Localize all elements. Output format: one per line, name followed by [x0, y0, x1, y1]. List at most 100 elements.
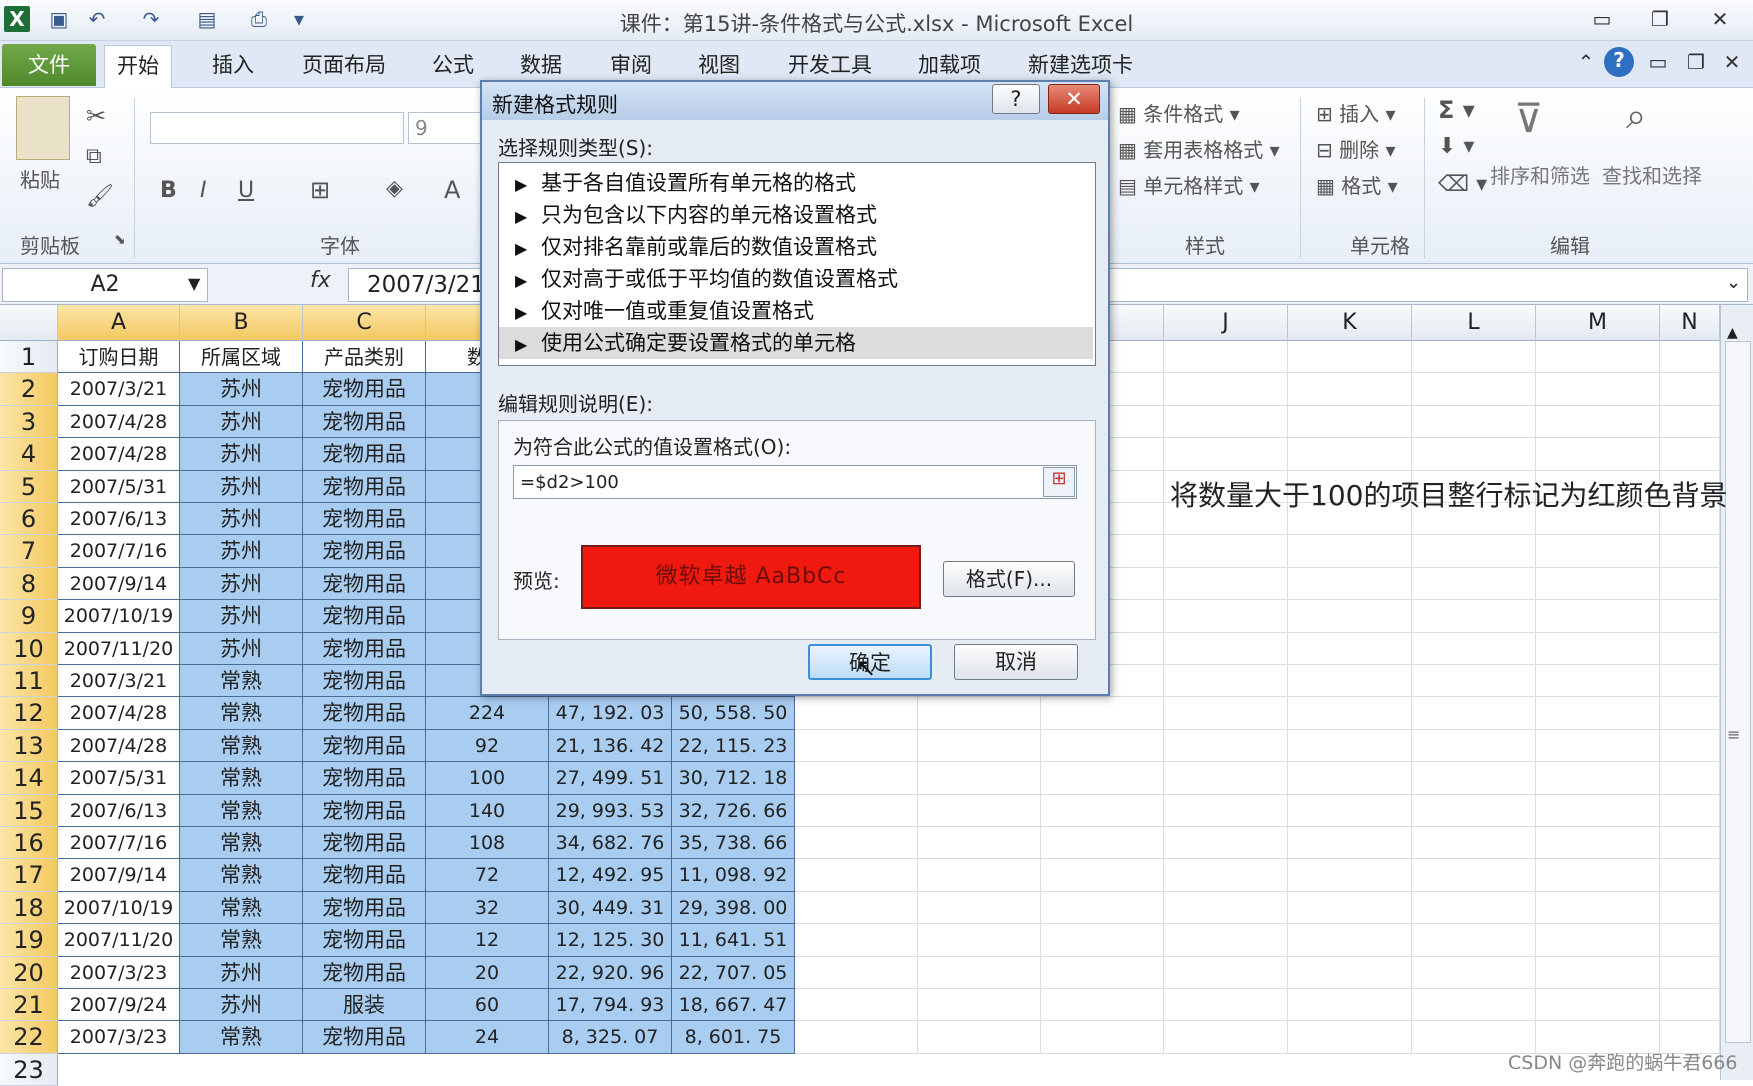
- grid-cell[interactable]: [1412, 924, 1536, 957]
- amount-cell[interactable]: 27, 499. 51: [549, 762, 672, 795]
- grid-cell[interactable]: [918, 827, 1041, 860]
- amount-cell[interactable]: 32, 726. 66: [672, 794, 795, 827]
- region-cell[interactable]: 苏州: [180, 405, 303, 439]
- region-cell[interactable]: 苏州: [180, 438, 303, 471]
- row-header[interactable]: 7: [0, 535, 58, 568]
- tab-insert[interactable]: 插入: [200, 49, 266, 81]
- doc-close-icon[interactable]: ✕: [1714, 49, 1750, 75]
- grid-cell[interactable]: [1536, 535, 1660, 568]
- grid-cell[interactable]: [795, 762, 918, 795]
- date-cell[interactable]: 2007/10/19: [58, 600, 180, 633]
- grid-cell[interactable]: [918, 891, 1041, 925]
- sort-filter-icon[interactable]: ⊽: [1514, 96, 1543, 142]
- row-header[interactable]: 9: [0, 600, 58, 633]
- scroll-thumb[interactable]: [1725, 341, 1751, 1043]
- row-header[interactable]: 8: [0, 567, 58, 601]
- grid-cell[interactable]: [1412, 373, 1536, 406]
- grid-cell[interactable]: [1536, 924, 1660, 957]
- category-cell[interactable]: 宠物用品: [303, 956, 426, 989]
- date-cell[interactable]: 2007/3/23: [58, 1021, 180, 1054]
- quantity-cell[interactable]: 12: [426, 924, 549, 957]
- cancel-button[interactable]: 取消: [954, 644, 1078, 680]
- quantity-cell[interactable]: 100: [426, 762, 549, 795]
- grid-cell[interactable]: [1164, 567, 1288, 601]
- collapse-ribbon-icon[interactable]: ⌃: [1568, 49, 1604, 75]
- grid-cell[interactable]: [1288, 1021, 1412, 1054]
- grid-cell[interactable]: [1412, 859, 1536, 892]
- grid-cell[interactable]: [1041, 762, 1164, 795]
- amount-cell[interactable]: 50, 558. 50: [672, 697, 795, 730]
- column-header[interactable]: L: [1412, 305, 1536, 341]
- row-header[interactable]: 23: [0, 1053, 58, 1086]
- row-header[interactable]: 15: [0, 794, 58, 827]
- grid-cell[interactable]: [1412, 697, 1536, 730]
- grid-cell[interactable]: [1041, 1021, 1164, 1054]
- format-painter-icon[interactable]: 🖌: [86, 184, 114, 209]
- grid-cell[interactable]: [1288, 405, 1412, 439]
- tab-addins[interactable]: 加载项: [906, 49, 993, 81]
- row-header[interactable]: 14: [0, 762, 58, 795]
- bold-icon[interactable]: B: [160, 178, 177, 203]
- row-header[interactable]: 20: [0, 956, 58, 989]
- grid-cell[interactable]: [1164, 794, 1288, 827]
- region-cell[interactable]: 常熟: [180, 859, 303, 892]
- region-cell[interactable]: 苏州: [180, 989, 303, 1022]
- clipboard-launcher-icon[interactable]: ⬊: [114, 232, 126, 248]
- row-header[interactable]: 12: [0, 697, 58, 730]
- tab-data[interactable]: 数据: [508, 49, 574, 81]
- grid-cell[interactable]: [1041, 956, 1164, 989]
- font-color-icon[interactable]: A: [444, 176, 460, 204]
- amount-cell[interactable]: 21, 136. 42: [549, 729, 672, 763]
- dialog-help-button[interactable]: ?: [992, 84, 1040, 114]
- grid-cell[interactable]: [918, 794, 1041, 827]
- column-header[interactable]: M: [1536, 305, 1660, 341]
- date-cell[interactable]: 2007/11/20: [58, 924, 180, 957]
- grid-cell[interactable]: [1660, 373, 1720, 406]
- paste-icon[interactable]: [16, 96, 70, 160]
- grid-cell[interactable]: [1041, 891, 1164, 925]
- amount-cell[interactable]: 12, 492. 95: [549, 859, 672, 892]
- grid-cell[interactable]: [918, 989, 1041, 1022]
- amount-cell[interactable]: 22, 115. 23: [672, 729, 795, 763]
- row-header[interactable]: 21: [0, 989, 58, 1022]
- date-cell[interactable]: 2007/4/28: [58, 729, 180, 763]
- grid-cell[interactable]: [1536, 956, 1660, 989]
- category-cell[interactable]: 宠物用品: [303, 470, 426, 503]
- select-all-corner[interactable]: [0, 305, 58, 341]
- font-name-dropdown[interactable]: [150, 112, 404, 144]
- grid-cell[interactable]: [1660, 827, 1720, 860]
- autosum-icon[interactable]: Σ ▾: [1438, 96, 1475, 124]
- region-cell[interactable]: 常熟: [180, 891, 303, 925]
- grid-cell[interactable]: [918, 924, 1041, 957]
- amount-cell[interactable]: 47, 192. 03: [549, 697, 672, 730]
- grid-cell[interactable]: [795, 729, 918, 763]
- amount-cell[interactable]: 35, 738. 66: [672, 827, 795, 860]
- vertical-scrollbar[interactable]: ▲ ≡: [1720, 305, 1753, 1080]
- grid-cell[interactable]: [1288, 827, 1412, 860]
- grid-cell[interactable]: [1412, 956, 1536, 989]
- grid-cell[interactable]: [1412, 989, 1536, 1022]
- border-icon[interactable]: ⊞: [310, 176, 330, 204]
- grid-cell[interactable]: [1660, 632, 1720, 665]
- range-select-icon[interactable]: ⊞: [1043, 467, 1075, 497]
- amount-cell[interactable]: 8, 325. 07: [549, 1021, 672, 1054]
- table-format-button[interactable]: ▦ 套用表格格式 ▾: [1118, 134, 1280, 163]
- tab-page-layout[interactable]: 页面布局: [290, 49, 398, 81]
- grid-cell[interactable]: [1412, 535, 1536, 568]
- find-select-label[interactable]: 查找和选择: [1602, 160, 1702, 189]
- region-cell[interactable]: 苏州: [180, 956, 303, 989]
- grid-cell[interactable]: [1164, 762, 1288, 795]
- grid-cell[interactable]: [795, 1021, 918, 1054]
- grid-cell[interactable]: [1536, 665, 1660, 698]
- grid-cell[interactable]: [1536, 438, 1660, 471]
- row-header[interactable]: 2: [0, 373, 58, 406]
- category-cell[interactable]: 宠物用品: [303, 794, 426, 827]
- row-header[interactable]: 3: [0, 405, 58, 439]
- grid-cell[interactable]: [1164, 600, 1288, 633]
- date-cell[interactable]: 2007/7/16: [58, 535, 180, 568]
- grid-cell[interactable]: [1288, 632, 1412, 665]
- grid-cell[interactable]: [1041, 924, 1164, 957]
- grid-cell[interactable]: [1660, 600, 1720, 633]
- category-cell[interactable]: 宠物用品: [303, 535, 426, 568]
- tab-file[interactable]: 文件: [2, 44, 96, 86]
